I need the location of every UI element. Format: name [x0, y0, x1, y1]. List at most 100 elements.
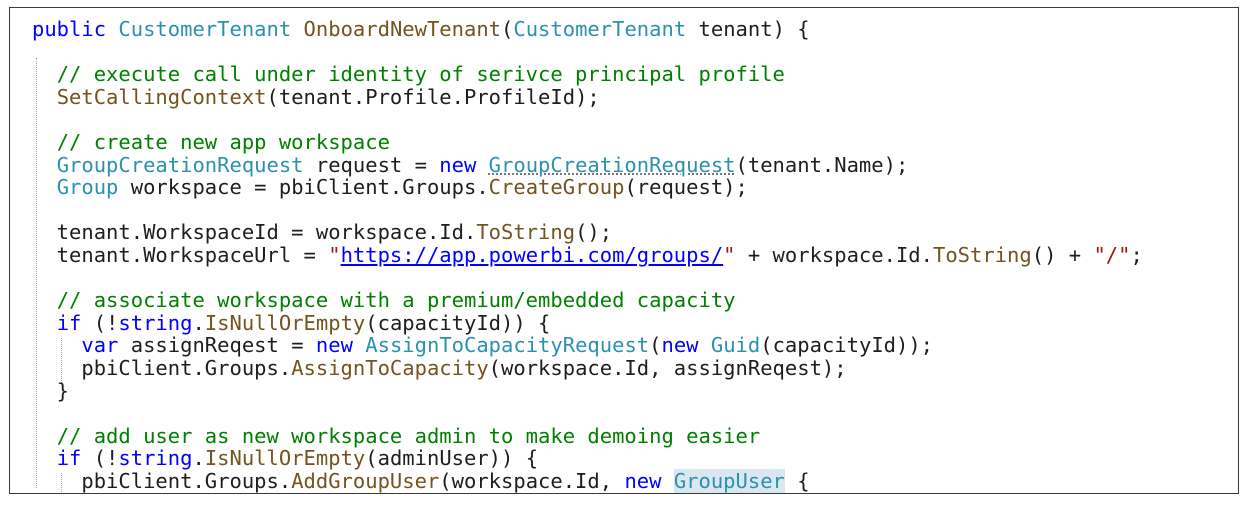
code-line[interactable]: pbiClient.Groups.AddGroupUser(workspace.…: [32, 468, 1238, 493]
comment-token: // add user as new workspace admin to ma…: [56, 423, 761, 448]
type-token: CustomerTenant: [513, 17, 687, 41]
keyword-token: var: [81, 333, 119, 358]
comment-token: // execute call under identity of serivc…: [56, 62, 785, 87]
string-token: ": [328, 242, 341, 267]
comment-token: // associate workspace with a premium/em…: [56, 288, 736, 313]
code-line[interactable]: // create new app workspace: [32, 131, 1238, 154]
method-token: OnboardNewTenant: [303, 17, 502, 41]
code-line[interactable]: // associate workspace with a premium/em…: [32, 289, 1238, 312]
method-token: AssignToCapacity: [291, 355, 489, 380]
code-line[interactable]: Group workspace = pbiClient.Groups.Creat…: [32, 176, 1238, 199]
code-line[interactable]: [32, 199, 1238, 222]
code-line[interactable]: public CustomerTenant OnboardNewTenant(C…: [32, 18, 1238, 41]
keyword-token: new: [661, 333, 699, 358]
code-text: ();: [575, 220, 613, 245]
code-text: (: [649, 333, 662, 358]
keyword-token: if: [56, 446, 82, 471]
code-text: pbiClient.Groups.: [32, 355, 292, 380]
method-token: SetCallingContext: [56, 84, 267, 109]
code-text: (: [501, 17, 514, 41]
code-text: assignReqest =: [118, 333, 316, 358]
code-text: (!: [81, 446, 119, 471]
code-text: (capacityId)) {: [365, 310, 551, 335]
code-text: (workspace.Id, assignReqest);: [488, 355, 847, 380]
code-text: () +: [1031, 242, 1094, 267]
code-line[interactable]: var assignReqest = new AssignToCapacityR…: [32, 334, 1238, 357]
code-text: + workspace.Id.: [735, 242, 933, 267]
type-token: CustomerTenant: [118, 17, 292, 41]
code-text: tenant) {: [686, 17, 810, 41]
code-block[interactable]: public CustomerTenant OnboardNewTenant(C…: [32, 18, 1238, 493]
code-text: (capacityId));: [760, 333, 934, 358]
type-token: GroupUser: [673, 468, 785, 493]
code-line[interactable]: SetCallingContext(tenant.Profile.Profile…: [32, 84, 1238, 109]
code-line[interactable]: [32, 267, 1238, 290]
code-line[interactable]: }: [32, 378, 1238, 403]
type-token: Guid: [710, 333, 761, 358]
code-line[interactable]: // execute call under identity of serivc…: [32, 63, 1238, 86]
code-editor-pane[interactable]: public CustomerTenant OnboardNewTenant(C…: [9, 7, 1239, 494]
comment-token: // create new app workspace: [56, 129, 390, 154]
code-line[interactable]: [32, 108, 1238, 131]
keyword-token: if: [56, 310, 82, 335]
method-token: IsNullOrEmpty: [204, 446, 366, 471]
type-token: GroupCreationRequest: [488, 152, 736, 177]
method-token: IsNullOrEmpty: [204, 310, 366, 335]
code-line[interactable]: tenant.WorkspaceId = workspace.Id.ToStri…: [32, 221, 1238, 244]
string-token: ": [723, 242, 736, 267]
code-line[interactable]: pbiClient.Groups.AssignToCapacity(worksp…: [32, 357, 1238, 380]
type-token: GroupCreationRequest: [56, 152, 304, 177]
keyword-token: string: [118, 310, 193, 335]
code-text: .: [192, 446, 205, 471]
code-text: ;: [1130, 242, 1143, 267]
code-line[interactable]: if (!string.IsNullOrEmpty(capacityId)) {: [32, 310, 1238, 335]
code-line[interactable]: [32, 402, 1238, 425]
keyword-token: new: [624, 468, 662, 493]
method-token: AddGroupUser: [291, 468, 440, 493]
code-line[interactable]: // add user as new workspace admin to ma…: [32, 423, 1238, 448]
keyword-token: string: [118, 446, 193, 471]
code-text: workspace = pbiClient.Groups.: [118, 175, 489, 200]
keyword-token: new: [315, 333, 353, 358]
method-token: CreateGroup: [488, 175, 625, 200]
code-text: (tenant.Profile.ProfileId);: [266, 84, 600, 109]
code-line[interactable]: if (!string.IsNullOrEmpty(adminUser)) {: [32, 447, 1238, 470]
method-token: ToString: [476, 220, 576, 245]
code-line[interactable]: tenant.WorkspaceUrl = "https://app.power…: [32, 244, 1238, 267]
keyword-token: new: [439, 152, 477, 177]
code-line[interactable]: GroupCreationRequest request = new Group…: [32, 152, 1238, 177]
code-text: {: [784, 468, 810, 493]
code-text: (request);: [624, 175, 748, 200]
code-text: request =: [303, 152, 440, 177]
type-token: Group: [56, 175, 119, 200]
code-text: (adminUser)) {: [365, 446, 539, 471]
code-text: tenant.WorkspaceUrl =: [32, 242, 329, 267]
string-token: "/": [1093, 242, 1131, 267]
url-token[interactable]: https://app.powerbi.com/groups/: [341, 243, 724, 267]
code-text: }: [32, 378, 70, 403]
keyword-token: public: [32, 17, 107, 41]
method-token: ToString: [933, 242, 1032, 267]
code-text: .: [192, 310, 205, 335]
code-text: pbiClient.Groups.: [32, 468, 292, 493]
code-text: (!: [81, 310, 119, 335]
code-text: tenant.WorkspaceId = workspace.Id.: [32, 220, 477, 245]
code-line[interactable]: [32, 41, 1238, 64]
code-text: (workspace.Id,: [439, 468, 625, 493]
